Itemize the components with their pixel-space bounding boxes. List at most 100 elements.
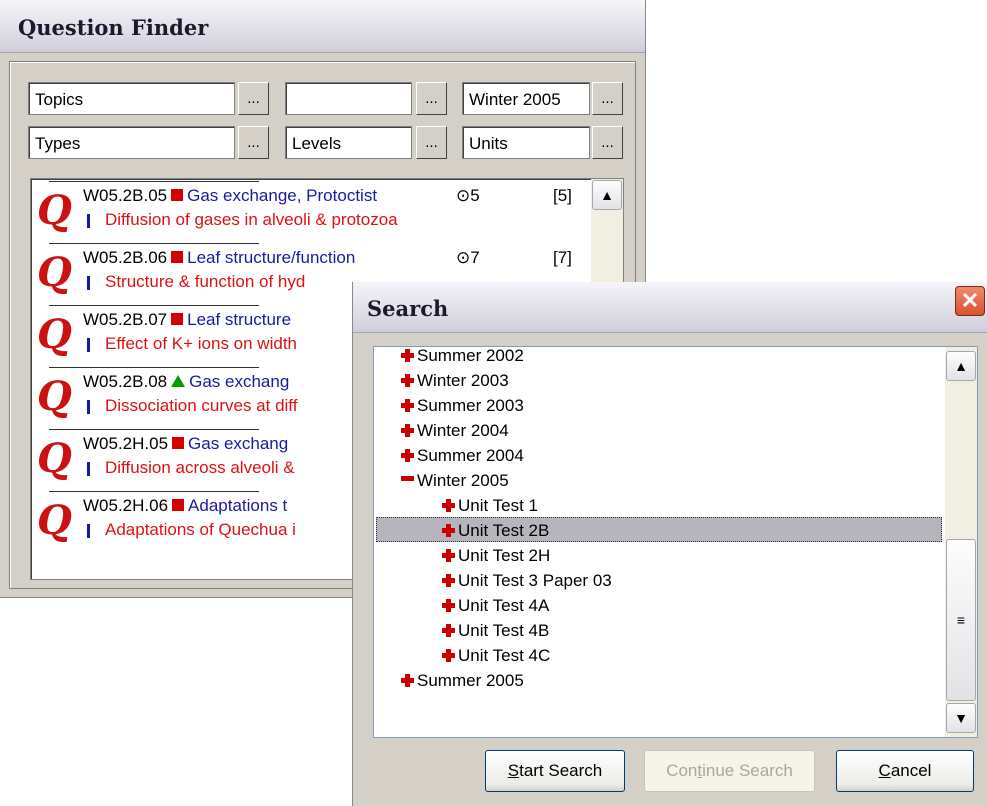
types-field[interactable]: Types	[28, 126, 235, 159]
window-title: Question Finder	[18, 15, 209, 40]
clock-icon: ⊙	[456, 186, 471, 205]
blank-filter-browse-button[interactable]: ...	[416, 82, 447, 115]
question-description: Dissociation curves at diff	[105, 396, 298, 415]
tree-node[interactable]: Unit Test 3 Paper 03	[442, 568, 612, 593]
question-logo-icon: Q	[37, 249, 72, 296]
question-item[interactable]: Q W05.2B.05 Gas exchange, Protoctist ⊙5 […	[31, 181, 591, 241]
tree-node[interactable]: Summer 2003	[401, 393, 524, 418]
units-field[interactable]: Units	[462, 126, 590, 159]
scroll-down-icon[interactable]: ▼	[946, 703, 976, 733]
expand-plus-icon[interactable]	[401, 374, 414, 387]
question-description: Structure & function of hyd	[105, 272, 306, 291]
question-finder-titlebar[interactable]: Question Finder	[0, 0, 645, 53]
level-bar-icon	[87, 276, 90, 290]
types-browse-button[interactable]: ...	[238, 126, 269, 159]
level-bar-icon	[87, 524, 90, 538]
topics-browse-button[interactable]: ...	[238, 82, 269, 115]
question-marks: [7]	[553, 248, 572, 267]
question-logo-icon: Q	[37, 187, 72, 234]
session-tree[interactable]: Summer 2002 Winter 2003 Summer 2003 Wint…	[373, 346, 978, 738]
tree-node-label: Summer 2003	[417, 396, 524, 415]
level-bar-icon	[87, 400, 90, 414]
tree-node[interactable]: Winter 2004	[401, 418, 509, 443]
expand-plus-icon[interactable]	[442, 524, 455, 537]
scroll-thumb[interactable]: ≡	[946, 539, 976, 701]
divider	[49, 243, 259, 244]
question-marks: [5]	[553, 186, 572, 205]
question-time: 7	[470, 248, 480, 267]
divider	[49, 429, 259, 430]
question-code: W05.2B.08	[83, 372, 168, 391]
tree-node[interactable]: Summer 2002	[401, 346, 524, 368]
dialog-title: Search	[367, 296, 449, 321]
tree-node-label: Unit Test 1	[458, 496, 539, 515]
tree-node-label: Winter 2003	[417, 371, 509, 390]
expand-plus-icon[interactable]	[401, 449, 414, 462]
question-logo-icon: Q	[37, 311, 72, 358]
question-code: W05.2B.07	[83, 310, 168, 329]
tree-node-label: Unit Test 2B	[458, 521, 550, 540]
levels-browse-button[interactable]: ...	[416, 126, 447, 159]
tree-node[interactable]: Unit Test 4B	[442, 618, 549, 643]
topics-field[interactable]: Topics	[28, 82, 235, 115]
tree-node[interactable]: Unit Test 4C	[442, 643, 550, 668]
expand-plus-icon[interactable]	[442, 624, 455, 637]
expand-plus-icon[interactable]	[442, 549, 455, 562]
tree-node-label: Unit Test 3 Paper 03	[458, 571, 612, 590]
question-code: W05.2B.06	[83, 248, 168, 267]
tree-node-label: Unit Test 4C	[458, 646, 551, 665]
level-bar-icon	[87, 462, 90, 476]
expand-plus-icon[interactable]	[401, 399, 414, 412]
tree-node[interactable]: Unit Test 2H	[442, 543, 550, 568]
question-code: W05.2H.05	[83, 434, 169, 453]
collapse-minus-icon[interactable]	[401, 476, 414, 481]
divider	[49, 305, 259, 306]
expand-plus-icon[interactable]	[401, 349, 414, 362]
question-time: 5	[470, 186, 480, 205]
expand-plus-icon[interactable]	[401, 424, 414, 437]
tree-node[interactable]: Summer 2005	[401, 668, 524, 693]
expand-plus-icon[interactable]	[401, 674, 414, 687]
question-topic: Leaf structure	[187, 310, 292, 329]
units-browse-button[interactable]: ...	[592, 126, 623, 159]
divider	[49, 491, 259, 492]
question-code: W05.2H.06	[83, 496, 169, 515]
tree-node-label: Unit Test 2H	[458, 546, 551, 565]
tree-node[interactable]: Winter 2005	[401, 468, 509, 493]
question-topic: Gas exchang	[189, 372, 290, 391]
levels-field[interactable]: Levels	[285, 126, 412, 159]
red-square-icon	[172, 437, 185, 449]
question-topic: Adaptations t	[188, 496, 288, 515]
tree-node-label: Unit Test 4B	[458, 621, 550, 640]
red-square-icon	[171, 189, 184, 201]
question-logo-icon: Q	[37, 435, 72, 482]
start-search-button[interactable]: Start Search	[485, 750, 625, 792]
expand-plus-icon[interactable]	[442, 649, 455, 662]
session-field[interactable]: Winter 2005	[462, 82, 590, 115]
expand-plus-icon[interactable]	[442, 574, 455, 587]
session-browse-button[interactable]: ...	[592, 82, 623, 115]
tree-node-label: Winter 2005	[417, 471, 509, 490]
blank-filter-field[interactable]	[285, 82, 412, 115]
scroll-up-icon[interactable]: ▲	[592, 180, 622, 210]
red-square-icon	[171, 313, 184, 325]
question-description: Diffusion of gases in alveoli & protozoa	[105, 210, 398, 229]
close-icon[interactable]: ✕	[955, 286, 985, 316]
tree-node-selected[interactable]: Summer 2004	[401, 443, 524, 468]
tree-node[interactable]: Unit Test 2B	[442, 518, 549, 543]
expand-plus-icon[interactable]	[442, 499, 455, 512]
cancel-button[interactable]: Cancel	[836, 750, 974, 792]
tree-node[interactable]: Unit Test 4A	[442, 593, 549, 618]
continue-search-button: Continue Search	[644, 750, 815, 792]
search-dialog-titlebar[interactable]: Search ✕	[353, 282, 987, 333]
tree-node[interactable]: Unit Test 1	[442, 493, 538, 518]
question-description: Effect of K+ ions on width	[105, 334, 297, 353]
tree-node-label: Summer 2002	[417, 346, 524, 365]
clock-icon: ⊙	[456, 248, 471, 267]
session-tree-scrollbar[interactable]: ▲ ≡ ▼	[945, 347, 977, 737]
expand-plus-icon[interactable]	[442, 599, 455, 612]
scroll-up-icon[interactable]: ▲	[946, 351, 976, 381]
tree-node[interactable]: Winter 2003	[401, 368, 509, 393]
question-topic: Leaf structure/function	[187, 248, 356, 267]
question-description: Adaptations of Quechua i	[105, 520, 296, 539]
